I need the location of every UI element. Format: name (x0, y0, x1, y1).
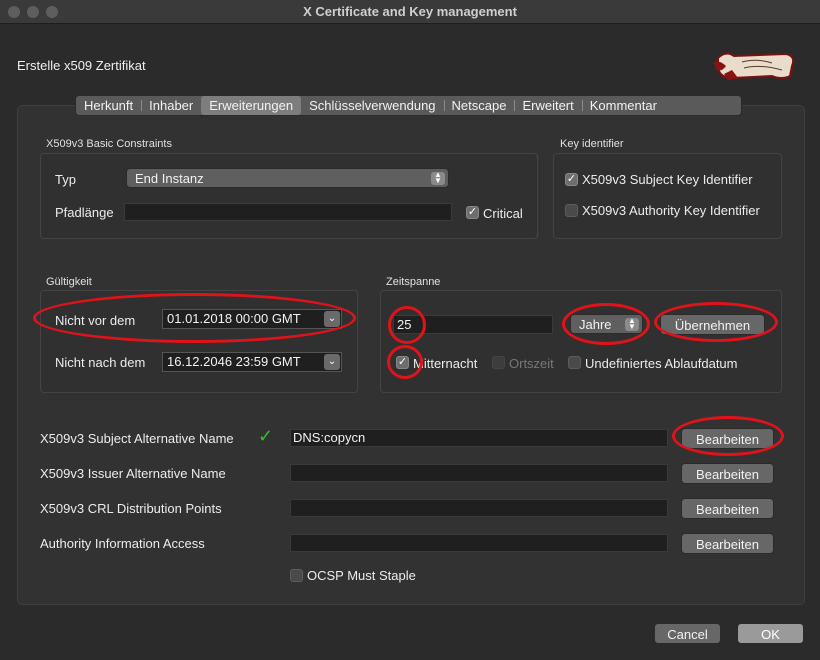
key-identifier-title: Key identifier (560, 138, 624, 150)
undefined-expiry-label: Undefiniertes Ablaufdatum (585, 356, 738, 371)
edit-aia-button[interactable]: Bearbeiten (681, 533, 774, 554)
extension-input-ian[interactable] (290, 464, 668, 482)
pfadlaenge-label: Pfadlänge (55, 205, 114, 220)
not-after-label: Nicht nach dem (55, 355, 146, 370)
tab-erweitert[interactable]: Erweitert (514, 96, 581, 115)
typ-label: Typ (55, 172, 76, 187)
window-title: X Certificate and Key management (303, 4, 517, 19)
extension-input-san[interactable]: DNS:copycn (290, 429, 668, 447)
timespan-title: Zeitspanne (386, 276, 441, 288)
extension-label-ian: X509v3 Issuer Alternative Name (40, 466, 226, 481)
annotation-circle-amount (388, 306, 426, 344)
extension-label-san: X509v3 Subject Alternative Name (40, 431, 234, 446)
annotation-circle-not-before (33, 293, 356, 343)
annotation-circle-midnight (387, 345, 423, 379)
critical-label: Critical (483, 206, 523, 221)
authority-key-identifier-label: X509v3 Authority Key Identifier (582, 203, 760, 218)
tab-schluesselverwendung[interactable]: Schlüsselverwendung (301, 96, 443, 115)
ocsp-must-staple-checkbox[interactable] (290, 569, 303, 582)
extension-label-crl: X509v3 CRL Distribution Points (40, 501, 222, 516)
authority-key-identifier-checkbox[interactable] (565, 204, 578, 217)
extension-input-crl[interactable] (290, 499, 668, 517)
chevron-down-icon[interactable]: ⌄ (324, 354, 340, 370)
basic-constraints-group (40, 153, 538, 239)
basic-constraints-title: X509v3 Basic Constraints (46, 138, 172, 150)
tab-inhaber[interactable]: Inhaber (141, 96, 201, 115)
extension-input-aia[interactable] (290, 534, 668, 552)
tab-herkunft[interactable]: Herkunft (76, 96, 141, 115)
extension-label-aia: Authority Information Access (40, 536, 205, 551)
undefined-expiry-checkbox[interactable] (568, 356, 581, 369)
typ-select[interactable]: End Instanz ▲ ▼ (126, 168, 449, 188)
annotation-circle-unit (562, 303, 650, 345)
typ-select-value: End Instanz (135, 171, 204, 186)
cancel-button[interactable]: Cancel (654, 623, 721, 644)
not-after-value: 16.12.2046 23:59 GMT (167, 354, 301, 369)
pfadlaenge-input[interactable] (124, 203, 452, 221)
xca-logo (714, 52, 795, 80)
localtime-checkbox[interactable] (492, 356, 505, 369)
ok-button[interactable]: OK (737, 623, 804, 644)
updown-chevron-icon: ▲ ▼ (431, 171, 445, 185)
edit-ian-button[interactable]: Bearbeiten (681, 463, 774, 484)
localtime-label: Ortszeit (509, 356, 554, 371)
edit-crl-button[interactable]: Bearbeiten (681, 498, 774, 519)
annotation-circle-edit-san (672, 416, 784, 456)
tab-bar: Herkunft Inhaber Erweiterungen Schlüssel… (75, 95, 742, 116)
tab-kommentar[interactable]: Kommentar (581, 96, 665, 115)
validity-title: Gültigkeit (46, 276, 92, 288)
tab-erweiterungen[interactable]: Erweiterungen (201, 96, 302, 115)
tab-netscape[interactable]: Netscape (443, 96, 515, 115)
not-after-datetime[interactable]: 16.12.2046 23:59 GMT ⌄ (162, 352, 342, 372)
critical-checkbox[interactable]: ✓ (466, 206, 479, 219)
annotation-circle-apply (654, 302, 778, 342)
page-title: Erstelle x509 Zertifikat (17, 58, 146, 73)
subject-key-identifier-checkbox[interactable]: ✓ (565, 173, 578, 186)
subject-key-identifier-label: X509v3 Subject Key Identifier (582, 172, 753, 187)
valid-check-icon: ✓ (258, 426, 274, 446)
key-identifier-group (553, 153, 782, 239)
ocsp-must-staple-label: OCSP Must Staple (307, 568, 416, 583)
